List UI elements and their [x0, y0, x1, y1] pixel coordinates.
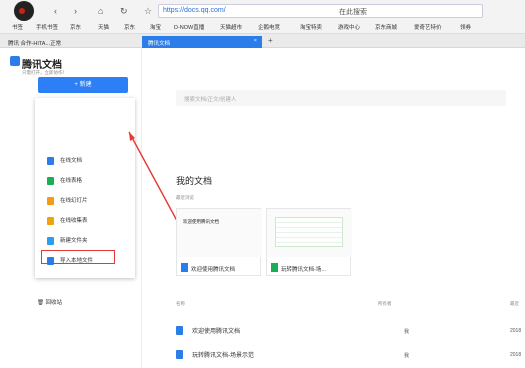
recent-label: 最近浏览	[176, 195, 194, 200]
doc-icon	[176, 326, 183, 335]
card-thumbnail	[267, 209, 352, 257]
recent-card[interactable]: 玩转腾讯文档-场...	[266, 208, 352, 276]
column-date: 最近	[510, 301, 519, 306]
table-row[interactable]: 玩转腾讯文档-场景示范	[176, 348, 516, 366]
column-owner: 所有者	[378, 301, 392, 306]
column-name: 名称	[176, 301, 185, 306]
row-owner: 我	[404, 329, 410, 335]
card-thumbnail: 欢迎使用腾讯文档	[177, 209, 262, 257]
row-name: 欢迎使用腾讯文档	[192, 329, 241, 335]
row-name: 玩转腾讯文档-场景示范	[192, 353, 254, 359]
page-title: 我的文档	[176, 176, 213, 186]
row-date: 2018	[510, 352, 522, 358]
main-content: 搜索文档/正文/创建人 我的文档 最近浏览 欢迎使用腾讯文档 欢迎使用腾讯文档 …	[142, 48, 525, 368]
card-title: 欢迎使用腾讯文档	[191, 267, 236, 273]
search-input[interactable]: 搜索文档/正文/创建人	[176, 90, 506, 106]
card-title: 玩转腾讯文档-场...	[281, 267, 326, 273]
row-owner: 我	[404, 353, 410, 359]
sheet-icon	[271, 263, 278, 272]
table-row[interactable]: 欢迎使用腾讯文档	[176, 324, 516, 342]
sheet-preview	[275, 217, 343, 247]
doc-icon	[176, 350, 183, 359]
doc-icon	[181, 263, 188, 272]
row-date: 2018	[510, 328, 522, 334]
recent-card[interactable]: 欢迎使用腾讯文档 欢迎使用腾讯文档	[176, 208, 262, 276]
